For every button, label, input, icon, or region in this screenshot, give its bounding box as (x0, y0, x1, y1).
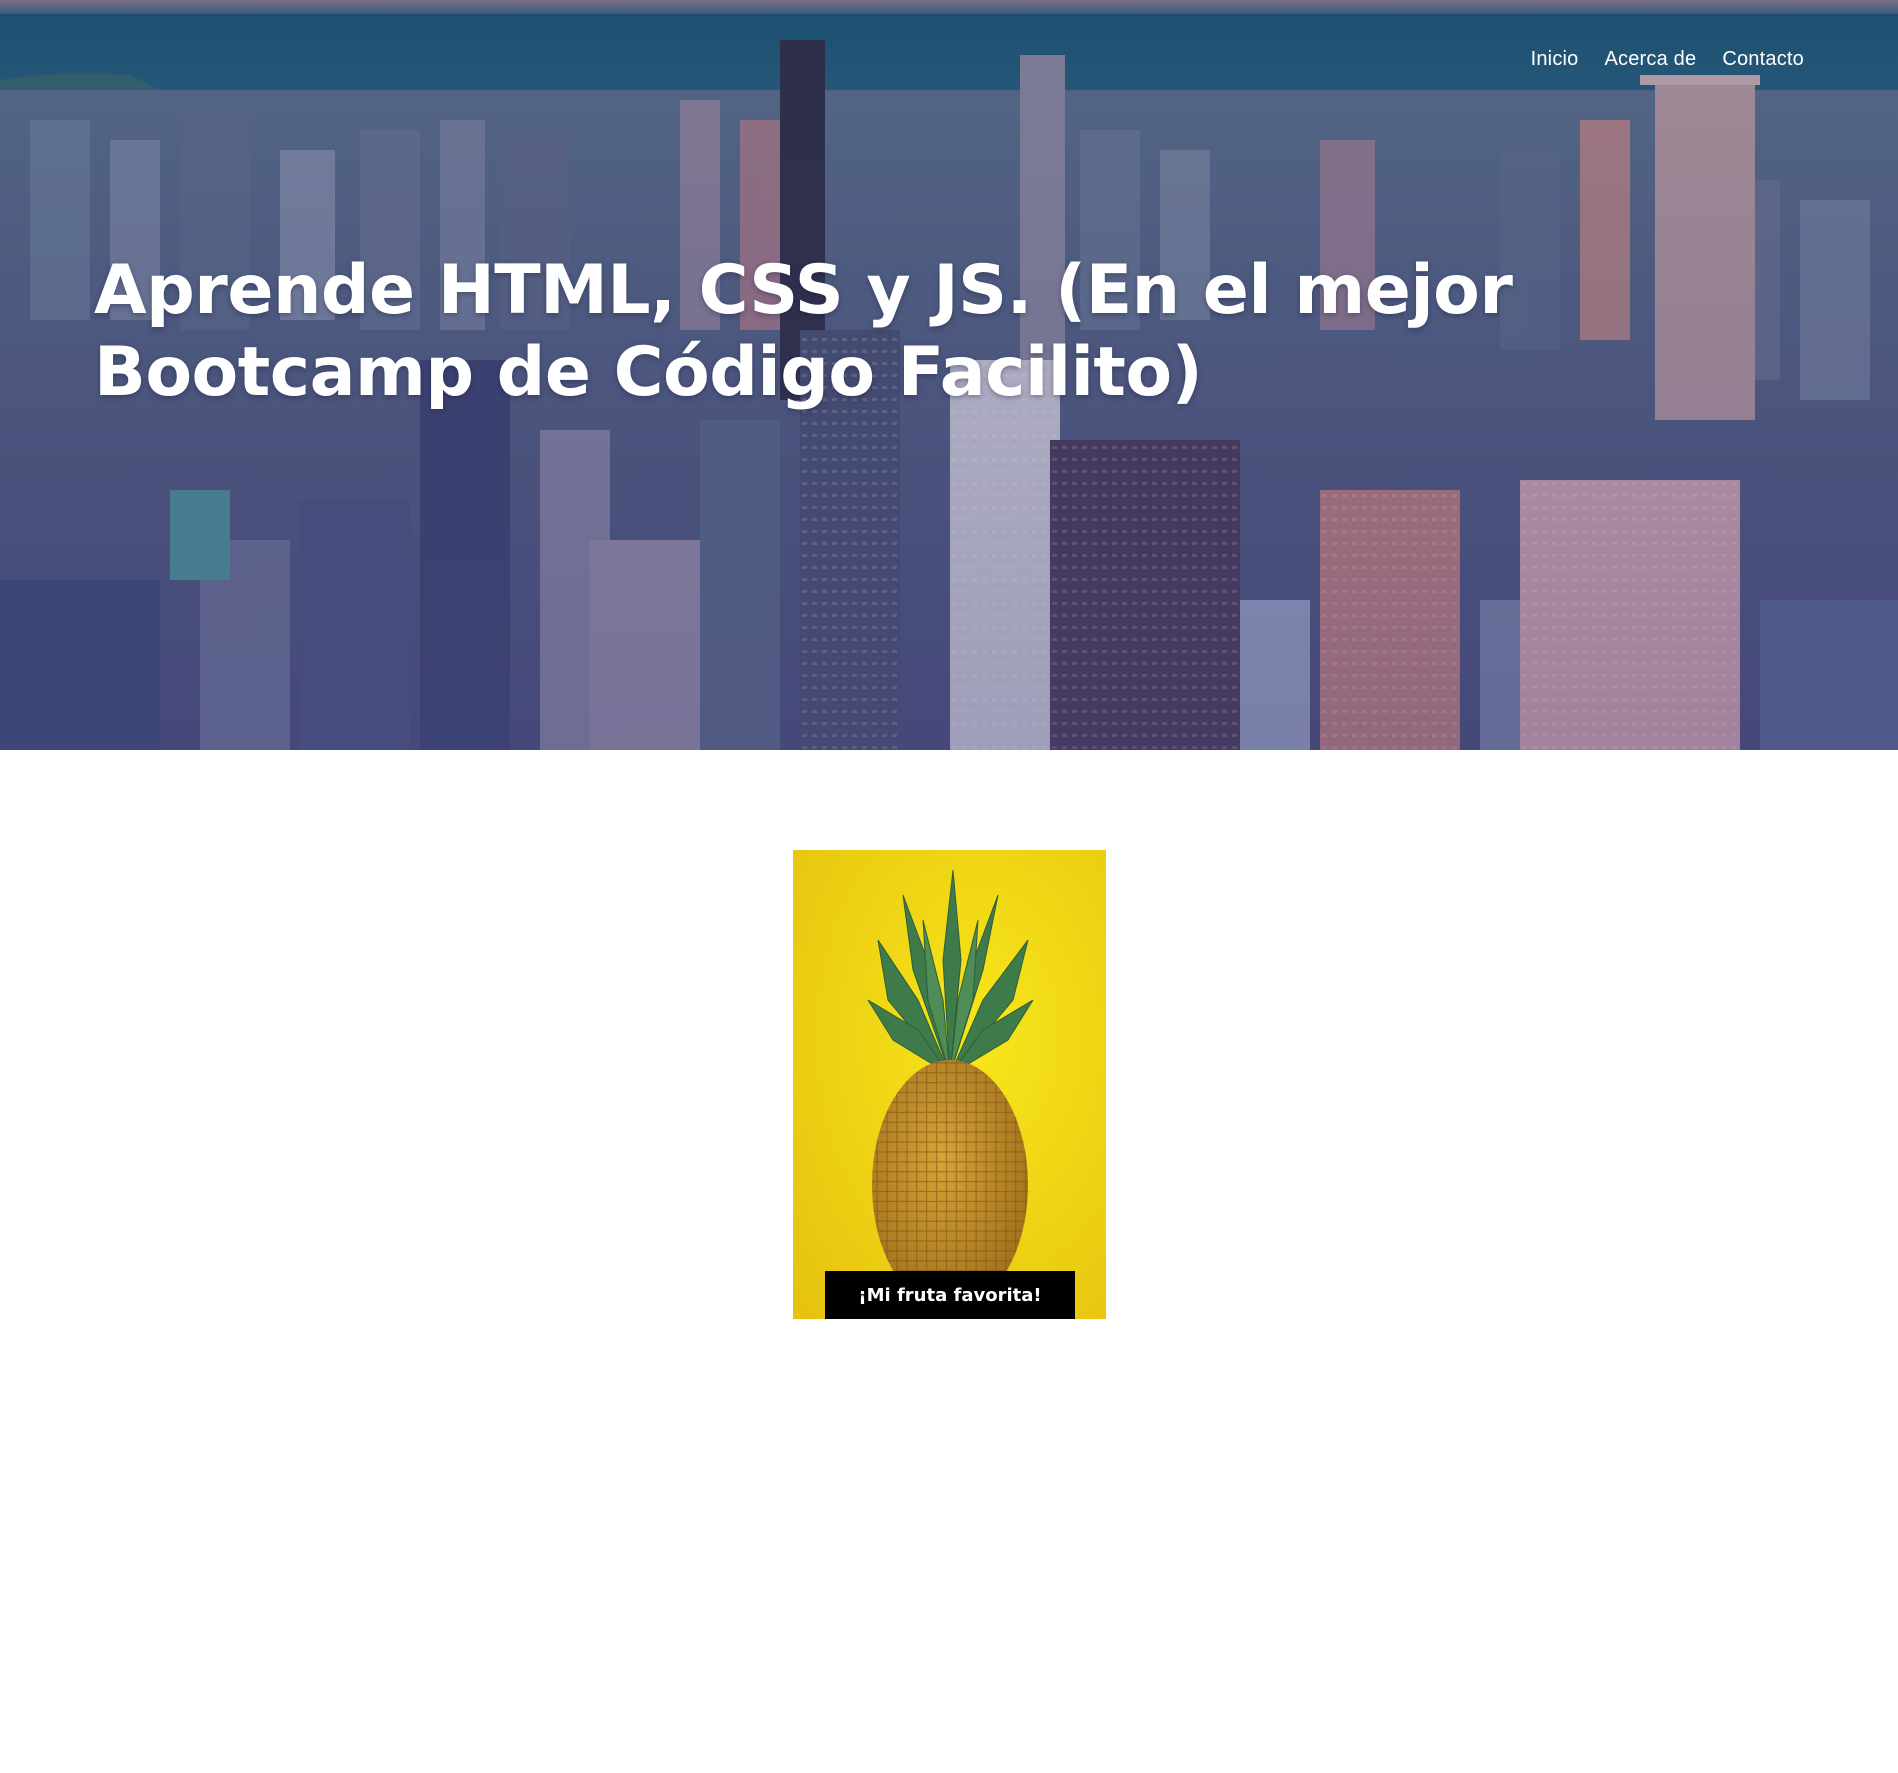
pineapple-image (793, 850, 1106, 1319)
nav-link-acerca-de[interactable]: Acerca de (1604, 48, 1696, 71)
nav-link-inicio[interactable]: Inicio (1531, 48, 1579, 71)
main-nav: Inicio Acerca de Contacto (1531, 48, 1804, 71)
figure-caption: ¡Mi fruta favorita! (825, 1271, 1075, 1319)
hero-header: Inicio Acerca de Contacto Aprende HTML, … (0, 0, 1898, 750)
hero-title: Aprende HTML, CSS y JS. (En el mejor Boo… (94, 251, 1513, 412)
nav-link-contacto[interactable]: Contacto (1722, 48, 1804, 71)
fruit-figure: ¡Mi fruta favorita! (793, 850, 1106, 1319)
